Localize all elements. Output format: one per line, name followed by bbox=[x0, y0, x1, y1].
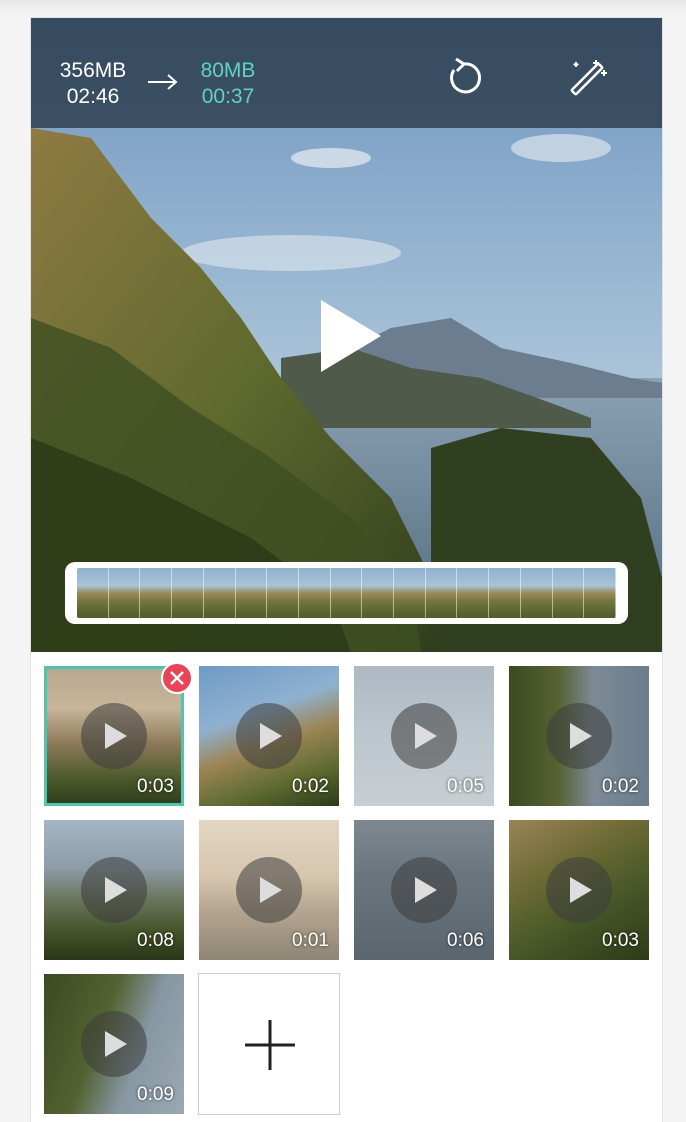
play-icon bbox=[415, 877, 437, 903]
timeline-frame bbox=[140, 568, 173, 618]
plus-icon bbox=[245, 1020, 295, 1070]
play-icon bbox=[105, 1031, 127, 1057]
timeline-thumbnails bbox=[77, 568, 616, 618]
clip-duration: 0:08 bbox=[137, 930, 174, 951]
clip-play-button[interactable] bbox=[546, 857, 612, 923]
timeline-frame bbox=[362, 568, 395, 618]
timeline-frame bbox=[457, 568, 490, 618]
close-icon bbox=[170, 671, 184, 685]
clip-play-button[interactable] bbox=[391, 703, 457, 769]
timeline-frame bbox=[584, 568, 616, 618]
timeline-scrubber[interactable] bbox=[65, 562, 628, 624]
clip-thumbnail[interactable]: 0:02 bbox=[509, 666, 649, 806]
header-bar: 356MB 02:46 80MB 00:37 bbox=[31, 18, 662, 128]
clip-thumbnail[interactable]: 0:05 bbox=[354, 666, 494, 806]
timeline-frame bbox=[552, 568, 585, 618]
clip-thumbnail[interactable]: 0:02 bbox=[199, 666, 339, 806]
clip-play-button[interactable] bbox=[81, 857, 147, 923]
clip-thumbnail[interactable]: 0:09 bbox=[44, 974, 184, 1114]
clip-play-button[interactable] bbox=[81, 1011, 147, 1077]
clip-duration: 0:05 bbox=[447, 776, 484, 797]
timeline-frame bbox=[267, 568, 299, 618]
original-video-info: 356MB 02:46 bbox=[52, 58, 134, 110]
play-icon bbox=[415, 723, 437, 749]
clip-duration: 0:06 bbox=[447, 930, 484, 951]
clip-play-button[interactable] bbox=[236, 703, 302, 769]
clip-duration: 0:02 bbox=[292, 776, 329, 797]
timeline-frame bbox=[489, 568, 521, 618]
clip-duration: 0:03 bbox=[137, 776, 174, 797]
play-icon bbox=[260, 723, 282, 749]
clip-grid: 0:03 0:02 0:05 0:02 0:08 0:01 0:06 0:03 … bbox=[31, 652, 662, 1122]
clip-play-button[interactable] bbox=[81, 703, 147, 769]
clip-duration: 0:01 bbox=[292, 930, 329, 951]
original-size: 356MB bbox=[59, 59, 127, 82]
magic-wand-icon[interactable] bbox=[566, 56, 610, 100]
timeline-frame bbox=[394, 568, 426, 618]
clip-thumbnail[interactable]: 0:03 bbox=[509, 820, 649, 960]
new-video-info: 80MB 00:37 bbox=[191, 58, 265, 110]
clip-play-button[interactable] bbox=[391, 857, 457, 923]
clip-thumbnail[interactable]: 0:01 bbox=[199, 820, 339, 960]
clip-duration: 0:03 bbox=[602, 930, 639, 951]
status-shadow bbox=[0, 0, 686, 14]
timeline-frame bbox=[235, 568, 268, 618]
timeline-frame bbox=[520, 568, 553, 618]
video-preview[interactable]: 356MB 02:46 80MB 00:37 bbox=[31, 18, 662, 652]
clip-thumbnail[interactable]: 0:08 bbox=[44, 820, 184, 960]
timeline-frame bbox=[203, 568, 236, 618]
new-duration: 00:37 bbox=[201, 85, 255, 108]
play-icon bbox=[105, 723, 127, 749]
play-icon bbox=[570, 723, 592, 749]
timeline-frame bbox=[77, 568, 109, 618]
timeline-frame bbox=[298, 568, 331, 618]
clip-play-button[interactable] bbox=[546, 703, 612, 769]
timeline-frame bbox=[330, 568, 363, 618]
play-icon bbox=[570, 877, 592, 903]
clip-duration: 0:09 bbox=[137, 1084, 174, 1105]
new-size: 80MB bbox=[200, 59, 256, 82]
play-icon bbox=[105, 877, 127, 903]
remove-clip-button[interactable] bbox=[161, 662, 193, 694]
clip-play-button[interactable] bbox=[236, 857, 302, 923]
clip-duration: 0:02 bbox=[602, 776, 639, 797]
timeline-frame bbox=[172, 568, 204, 618]
play-icon[interactable] bbox=[319, 298, 383, 374]
video-editor-screen: 356MB 02:46 80MB 00:37 0:03 0:02 0:05 0:… bbox=[31, 18, 662, 1122]
arrow-right-icon bbox=[148, 74, 178, 90]
reset-icon[interactable] bbox=[442, 56, 486, 100]
add-clip-button[interactable] bbox=[198, 973, 340, 1115]
timeline-frame bbox=[108, 568, 141, 618]
timeline-frame bbox=[425, 568, 458, 618]
play-icon bbox=[260, 877, 282, 903]
clip-thumbnail[interactable]: 0:06 bbox=[354, 820, 494, 960]
original-duration: 02:46 bbox=[66, 85, 120, 108]
